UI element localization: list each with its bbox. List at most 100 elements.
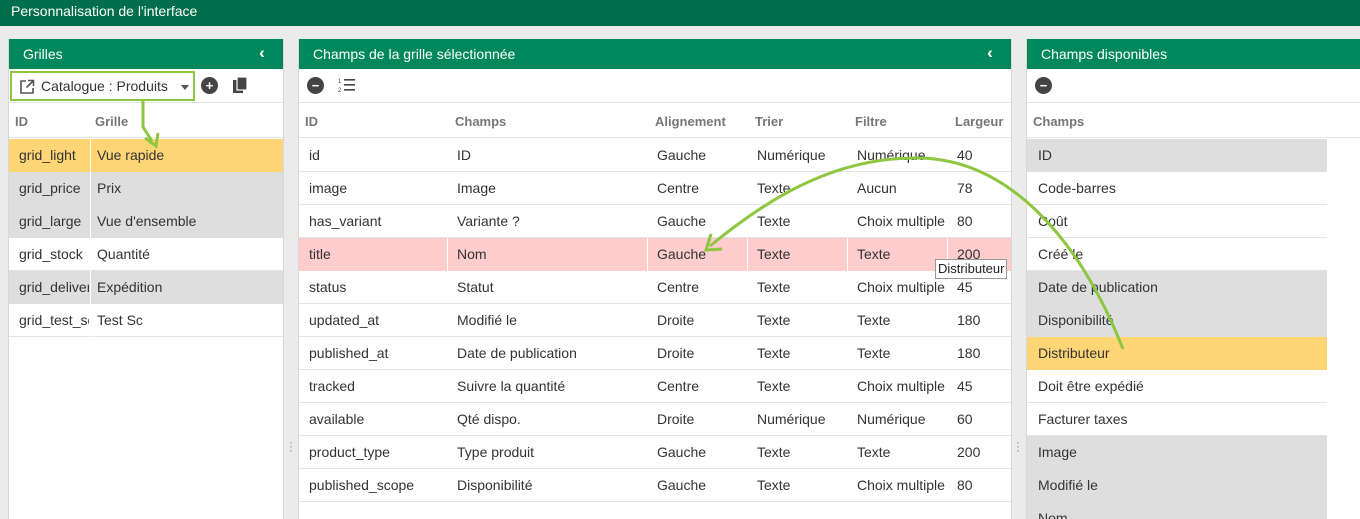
table-row[interactable]: tracked Suivre la quantité Centre Texte Choi… [299,370,1011,403]
splitter-left[interactable]: · · · [289,436,293,456]
col-header-champs[interactable]: Champs [1033,114,1084,129]
plus-circle-icon[interactable]: + [201,77,218,94]
list-item[interactable]: Code-barres [1027,172,1327,205]
table-row[interactable]: product_type Type produit Gauche Texte Texte… [299,436,1011,469]
list-item[interactable]: Date de publication [1027,271,1327,304]
available-fields-toolbar: − [1027,69,1360,102]
grids-table-header: ID Grille [9,102,283,138]
grid-id-cell: grid_light [19,147,76,163]
window-title: Personnalisation de l'interface [11,3,198,19]
table-row[interactable]: image Image Centre Texte Aucun 78 [299,172,1011,205]
field-sort-cell: Texte [757,477,791,493]
col-header-filtre[interactable]: Filtre [855,114,887,129]
field-sort-cell: Texte [757,444,791,460]
col-header-champs[interactable]: Champs [455,114,506,129]
table-row[interactable]: published_scope Disponibilité Gauche Texte C… [299,469,1011,502]
list-item[interactable]: Image [1027,436,1327,469]
field-filter-cell: Aucun [857,180,897,196]
column-divider [90,139,91,172]
field-name-cell: Image [457,180,496,196]
field-width-cell: 180 [957,312,981,328]
column-divider [90,205,91,238]
grid-fields-panel: Champs de la grille sélectionnée ‹ − 1 2… [298,39,1012,519]
table-row[interactable]: title Nom Gauche Texte Texte 200 [299,238,1011,271]
list-item[interactable]: Coût [1027,205,1327,238]
col-header-id[interactable]: ID [15,114,28,129]
table-row[interactable]: grid_stock Quantité [9,238,283,271]
grid-name-cell: Prix [97,180,122,196]
col-header-id[interactable]: ID [305,114,318,129]
column-divider [90,304,91,337]
svg-text:1: 1 [338,79,342,85]
field-align-cell: Gauche [657,444,707,460]
table-row[interactable]: status Statut Centre Texte Choix multiple 45 [299,271,1011,304]
available-field-name: Nom [1038,510,1068,519]
available-field-name: Créé le [1038,246,1084,262]
list-item[interactable]: Doit être expédié [1027,370,1327,403]
field-filter-cell: Texte [857,312,891,328]
list-item[interactable]: Distributeur [1027,337,1327,370]
table-row[interactable]: published_at Date de publication Droite Tex… [299,337,1011,370]
field-name-cell: Date de publication [457,345,577,361]
chevron-left-icon[interactable]: ‹ [983,43,997,63]
list-item[interactable]: Facturer taxes [1027,403,1327,436]
available-field-name: Facturer taxes [1038,411,1128,427]
field-sort-cell: Numérique [757,411,826,427]
field-align-cell: Centre [657,279,700,295]
table-row[interactable]: grid_large Vue d'ensemble [9,205,283,238]
column-divider [647,238,648,271]
table-row[interactable]: id ID Gauche Numérique Numérique 40 [299,139,1011,172]
field-name-cell: Variante ? [457,213,520,229]
available-fields-panel: Champs disponibles − Champs ID Code-barre… [1026,39,1360,519]
field-sort-cell: Texte [757,246,791,262]
field-filter-cell: Numérique [857,147,926,163]
table-row[interactable]: grid_light Vue rapide [9,139,283,172]
col-header-grille[interactable]: Grille [95,114,128,129]
table-row[interactable]: updated_at Modifié le Droite Texte Texte 180 [299,304,1011,337]
list-item[interactable]: Nom [1027,502,1327,519]
table-row[interactable]: grid_price Prix [9,172,283,205]
table-row[interactable]: grid_deliver Expédition [9,271,283,304]
field-id-cell: published_at [309,345,389,361]
list-item[interactable]: Disponibilité [1027,304,1327,337]
list-item[interactable]: ID [1027,139,1327,172]
external-link-icon[interactable] [19,79,35,95]
app-titlebar: Personnalisation de l'interface [0,0,1360,26]
table-row[interactable]: available Qté dispo. Droite Numérique Numéri… [299,403,1011,436]
field-name-cell: Modifié le [457,312,517,328]
grid-fields-table-header: ID Champs Alignement Trier Filtre Largeu… [299,102,1011,138]
list-item[interactable]: Modifié le [1027,469,1327,502]
grid-select[interactable]: Catalogue : Produits [10,71,195,101]
available-field-name: Doit être expédié [1038,378,1144,394]
col-header-alignement[interactable]: Alignement [655,114,726,129]
field-name-cell: ID [457,147,471,163]
copy-icon[interactable] [233,77,248,94]
col-header-largeur[interactable]: Largeur [955,114,1003,129]
field-sort-cell: Texte [757,180,791,196]
list-order-icon[interactable]: 1 2 [338,77,356,93]
grids-panel-header: Grilles ‹ [9,39,283,69]
field-id-cell: id [309,147,320,163]
available-field-name: Date de publication [1038,279,1158,295]
column-divider [90,238,91,271]
field-filter-cell: Choix multiple [857,477,945,493]
table-row[interactable]: grid_test_sc Test Sc [9,304,283,337]
chevron-left-icon[interactable]: ‹ [255,43,269,63]
field-align-cell: Droite [657,345,695,361]
minus-circle-icon[interactable]: − [307,77,324,94]
field-align-cell: Gauche [657,246,707,262]
minus-circle-icon[interactable]: − [1035,77,1052,94]
caret-down-icon [181,85,189,90]
svg-text:2: 2 [338,88,342,93]
col-header-trier[interactable]: Trier [755,114,783,129]
field-sort-cell: Texte [757,312,791,328]
available-field-name: Coût [1038,213,1068,229]
drag-tooltip: Distributeur [935,259,1008,279]
list-item[interactable]: Créé le [1027,238,1327,271]
field-width-cell: 40 [957,147,973,163]
splitter-right[interactable]: · · · [1016,436,1020,456]
field-id-cell: status [309,279,347,295]
table-row[interactable]: has_variant Variante ? Gauche Texte Choix mu… [299,205,1011,238]
grids-table: ID Grille grid_light Vue rapide grid_price… [9,102,283,519]
grid-id-cell: grid_price [19,180,81,196]
